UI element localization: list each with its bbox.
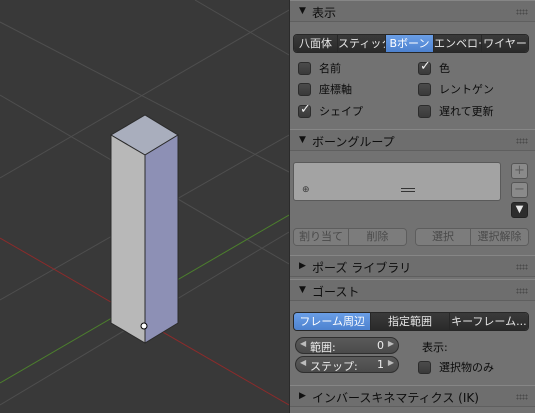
add-bone-group-button[interactable]: +	[511, 163, 528, 179]
decrement-arrow-icon[interactable]: ◀	[300, 339, 306, 348]
select-deselect-row: 選択 選択解除	[415, 228, 529, 246]
bone-group-list[interactable]: ⊕	[293, 162, 501, 201]
ghost-mode-selector: フレーム周辺 指定範囲 キーフレーム...	[293, 312, 529, 331]
ghost-header[interactable]: ▼ ゴースト	[290, 279, 535, 301]
expand-arrow-icon: ▶	[299, 261, 306, 271]
axes-checkbox[interactable]: 座標軸	[298, 81, 352, 97]
draw-type-selector: 八面体 スティック Bボーン エンベロープ ワイヤー	[293, 34, 529, 53]
shapes-checkbox[interactable]: ✓ シェイプ	[298, 101, 363, 119]
selected-only-checkbox[interactable]: 選択物のみ	[418, 359, 494, 375]
ghost-mode-on-keyframes[interactable]: キーフレーム...	[449, 313, 528, 330]
drag-grip-icon[interactable]	[516, 394, 528, 400]
delay-refresh-checkbox[interactable]: 遅れて更新	[418, 103, 494, 119]
axes-label: 座標軸	[319, 83, 352, 96]
3d-viewport[interactable]	[0, 0, 289, 413]
checkbox-box: ✓	[418, 58, 431, 75]
xray-label: レントゲン	[439, 83, 494, 96]
bone-groups-title: ボーングループ	[312, 135, 395, 149]
drag-grip-icon[interactable]	[516, 9, 528, 15]
draw-type-stick[interactable]: スティック	[338, 35, 386, 52]
remove-bone-group-button[interactable]: −	[511, 182, 528, 198]
checkbox-box	[418, 104, 431, 118]
step-label: ステップ:	[310, 360, 358, 373]
bone-group-menu-button[interactable]: ▼	[511, 202, 528, 218]
names-label: 名前	[319, 62, 341, 75]
step-field[interactable]: ◀ ステップ: 1 ▶	[295, 356, 399, 373]
pose-library-title: ポーズ ライブラリ	[312, 261, 412, 275]
remove-button[interactable]: 削除	[349, 229, 406, 245]
range-value: 0	[377, 339, 384, 352]
increment-arrow-icon[interactable]: ▶	[388, 339, 394, 348]
draw-type-wire[interactable]: ワイヤー	[482, 35, 528, 52]
colors-checkbox[interactable]: ✓ 色	[418, 58, 450, 76]
bone-right-face	[144, 134, 179, 344]
display-label: 表示:	[422, 341, 448, 354]
ghost-title: ゴースト	[312, 285, 360, 299]
drag-grip-icon[interactable]	[516, 138, 528, 144]
ik-title: インバースキネマティクス (IK)	[312, 391, 479, 405]
object-origin	[140, 322, 148, 330]
assign-remove-row: 割り当て 削除	[293, 228, 407, 246]
ik-header[interactable]: ▶ インバースキネマティクス (IK)	[290, 385, 535, 407]
names-checkbox[interactable]: 名前	[298, 60, 341, 76]
shapes-label: シェイプ	[319, 105, 363, 118]
draw-type-envelope[interactable]: エンベロープ	[434, 35, 482, 52]
step-value: 1	[377, 358, 384, 371]
checkbox-box: ✓	[298, 101, 311, 118]
collapse-arrow-icon: ▼	[299, 285, 306, 295]
pose-library-header[interactable]: ▶ ポーズ ライブラリ	[290, 255, 535, 277]
deselect-button[interactable]: 選択解除	[471, 229, 528, 245]
xray-checkbox[interactable]: レントゲン	[418, 81, 494, 97]
range-label: 範囲:	[310, 341, 336, 354]
properties-panel: ▼ 表示 八面体 スティック Bボーン エンベロープ ワイヤー 名前 ✓ 色 座…	[289, 0, 535, 413]
increment-arrow-icon[interactable]: ▶	[388, 358, 394, 367]
ghost-mode-around-frame[interactable]: フレーム周辺	[294, 313, 372, 330]
selected-only-label: 選択物のみ	[439, 361, 494, 374]
checkbox-box	[418, 82, 431, 96]
delay-refresh-label: 遅れて更新	[439, 105, 494, 118]
assign-button[interactable]: 割り当て	[294, 229, 350, 245]
add-small-icon: ⊕	[302, 185, 310, 195]
bbone-object[interactable]	[110, 114, 179, 344]
range-field[interactable]: ◀ 範囲: 0 ▶	[295, 337, 399, 354]
select-button[interactable]: 選択	[416, 229, 472, 245]
draw-type-octahedral[interactable]: 八面体	[294, 35, 338, 52]
checkbox-box	[298, 82, 311, 96]
checkmark-icon: ✓	[300, 101, 311, 117]
bone-left-face	[110, 134, 146, 344]
checkbox-box	[418, 360, 431, 374]
ghost-mode-in-range[interactable]: 指定範囲	[371, 313, 450, 330]
viewport-scene	[0, 0, 289, 406]
collapse-arrow-icon: ▼	[299, 6, 306, 16]
draw-type-bbone[interactable]: Bボーン	[386, 35, 434, 52]
display-panel-header[interactable]: ▼ 表示	[290, 0, 535, 22]
colors-label: 色	[439, 62, 450, 75]
decrement-arrow-icon[interactable]: ◀	[300, 358, 306, 367]
list-resize-handle[interactable]	[401, 188, 415, 192]
bone-groups-header[interactable]: ▼ ボーングループ	[290, 129, 535, 151]
collapse-arrow-icon: ▼	[299, 135, 306, 145]
checkmark-icon: ✓	[420, 58, 431, 74]
drag-grip-icon[interactable]	[516, 288, 528, 294]
checkbox-box	[298, 61, 311, 75]
expand-arrow-icon: ▶	[299, 391, 306, 401]
display-panel-title: 表示	[312, 6, 337, 20]
drag-grip-icon[interactable]	[516, 264, 528, 270]
